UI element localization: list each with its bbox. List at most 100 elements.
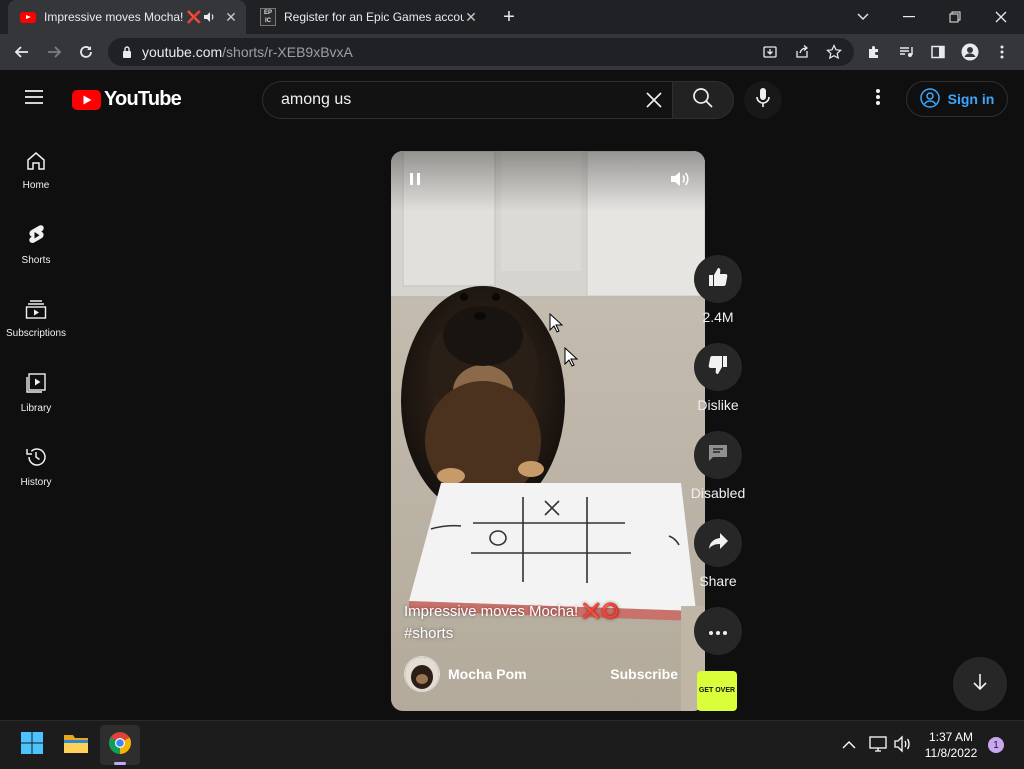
sidebar-item-label: Home [22,180,50,191]
speaker-icon[interactable] [202,10,216,27]
youtube-header: YouTube Sign in [0,70,1024,126]
network-icon[interactable] [868,735,888,758]
start-button[interactable] [12,725,52,765]
search-button[interactable] [672,81,734,119]
sidebar-item-label: Subscriptions [5,328,67,339]
share-button[interactable]: Share [694,519,742,589]
search-box[interactable] [262,81,673,119]
volume-icon[interactable] [668,168,690,195]
restore-button[interactable] [932,0,978,34]
sidebar-item-subscriptions[interactable]: Subscriptions [0,282,72,356]
forward-button[interactable] [40,38,68,66]
home-icon [26,151,46,174]
sound-thumbnail-text: GET OVER [698,687,736,694]
youtube-logo-text: YouTube [104,88,182,110]
dislike-label: Dislike [697,397,739,413]
avatar[interactable] [404,656,440,692]
arrow-down-icon [971,672,989,697]
sign-in-label: Sign in [947,91,995,107]
clear-search-icon[interactable] [645,91,663,114]
voice-search-button[interactable] [744,81,782,119]
share-label: Share [699,573,737,589]
comment-icon [707,442,729,469]
profile-avatar-icon[interactable] [956,38,984,66]
install-app-icon[interactable] [756,38,784,66]
sidebar-item-label: History [20,477,52,488]
library-icon [25,372,47,397]
top-gradient [391,151,705,211]
reload-button[interactable] [72,38,100,66]
dislike-circle[interactable] [694,343,742,391]
sidebar-item-label: Library [20,403,52,414]
tab-search-chevron-icon[interactable] [840,0,886,34]
like-circle[interactable] [694,255,742,303]
share-arrow-icon [707,530,729,557]
youtube-logo[interactable]: YouTube [72,88,182,111]
file-explorer-button[interactable] [56,725,96,765]
more-circle[interactable] [694,607,742,655]
browser-toolbar: youtube.com/shorts/r-XEB9xBvxA [0,34,1024,70]
extensions-puzzle-icon[interactable] [860,38,888,66]
sidebar-item-shorts[interactable]: Shorts [0,208,72,282]
tab-youtube[interactable]: Impressive moves Mocha! ❌⭕ ✕ [8,0,246,34]
pause-icon[interactable] [407,171,423,192]
chrome-icon [108,731,132,760]
volume-taskbar-icon[interactable] [893,735,913,758]
sound-thumbnail[interactable]: GET OVER [697,671,737,711]
close-tab-icon[interactable]: ✕ [462,8,480,26]
sign-in-button[interactable]: Sign in [906,81,1008,117]
shorts-icon [27,224,45,249]
comments-button[interactable]: Disabled [691,431,745,501]
close-tab-icon[interactable]: ✕ [222,8,240,26]
side-panel-icon[interactable] [924,38,952,66]
search-icon [692,87,714,114]
like-button[interactable]: 2.4M [694,255,742,325]
short-hashtag[interactable]: #shorts [404,623,664,645]
subscriptions-icon [25,299,47,322]
short-title-text: Impressive moves Mocha! ❌⭕ [404,603,620,620]
dislike-button[interactable]: Dislike [694,343,742,413]
share-circle[interactable] [694,519,742,567]
like-count: 2.4M [702,309,734,325]
more-actions-button[interactable] [694,607,742,655]
settings-more-icon[interactable] [870,88,886,110]
search-input[interactable] [279,90,623,110]
new-tab-button[interactable]: + [497,5,521,29]
subscribe-button[interactable]: Subscribe [610,666,678,682]
account-circle-icon [919,87,940,111]
browser-tab-strip: Impressive moves Mocha! ❌⭕ ✕ EP IC Regist… [0,0,1024,34]
short-video-player[interactable]: Impressive moves Mocha! ❌⭕ #shorts Mocha… [391,151,705,711]
chevron-up-icon[interactable] [842,737,856,755]
lock-icon[interactable] [120,46,134,58]
hamburger-menu-icon[interactable] [24,88,48,108]
minimize-button[interactable] [886,0,932,34]
folder-icon [63,732,89,759]
url-text: youtube.com/shorts/r-XEB9xBvxA [142,44,353,60]
sidebar-item-library[interactable]: Library [0,356,72,430]
clock-date: 11/8/2022 [924,746,978,760]
microphone-icon [755,87,771,114]
tab-epic-games[interactable]: EP IC Register for an Epic Games accou ✕ [250,0,486,34]
sidebar-item-home[interactable]: Home [0,134,72,208]
system-clock[interactable]: 1:37 AM 11/8/2022 [920,729,982,761]
windows-logo-icon [20,731,44,760]
sidebar-item-history[interactable]: History [0,430,72,504]
channel-name[interactable]: Mocha Pom [448,666,527,682]
windows-taskbar: 1:37 AM 11/8/2022 1 [0,720,1024,769]
close-window-button[interactable] [978,0,1024,34]
browser-menu-icon[interactable] [988,38,1016,66]
back-button[interactable] [8,38,36,66]
share-page-icon[interactable] [788,38,816,66]
media-control-icon[interactable] [892,38,920,66]
mouse-cursor-icon [549,312,564,338]
tab-title: Register for an Epic Games accou [284,10,464,24]
more-horizontal-icon [709,622,727,640]
chrome-taskbar-button[interactable] [100,725,140,765]
comments-circle[interactable] [694,431,742,479]
bookmark-star-icon[interactable] [820,38,848,66]
next-short-button[interactable] [953,657,1007,711]
tab-title: Impressive moves Mocha! ❌⭕ [44,10,202,24]
youtube-favicon-icon [20,11,36,23]
notification-badge[interactable]: 1 [988,737,1004,753]
address-bar[interactable]: youtube.com/shorts/r-XEB9xBvxA [108,38,854,66]
